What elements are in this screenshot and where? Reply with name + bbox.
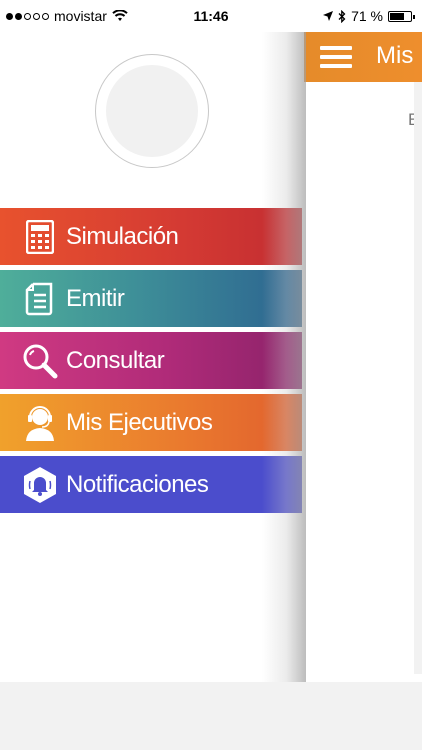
hamburger-menu-icon[interactable] xyxy=(320,46,352,68)
bluetooth-icon xyxy=(338,9,346,23)
agent-headset-icon xyxy=(20,403,60,443)
main-edge xyxy=(414,82,422,674)
battery-percent: 71 % xyxy=(351,8,383,24)
menu-item-label: Emitir xyxy=(66,284,125,312)
bottom-area xyxy=(0,682,422,750)
menu-item-emitir[interactable]: Emitir xyxy=(0,270,302,327)
main-header: Mis xyxy=(304,32,422,82)
battery-fill xyxy=(390,12,405,20)
menu-item-label: Consultar xyxy=(66,346,165,374)
magnifier-icon xyxy=(20,341,60,381)
menu-item-label: Mis Ejecutivos xyxy=(66,408,213,436)
side-drawer: Simulación Emitir Consultar Mis Ejecutiv… xyxy=(0,32,304,682)
calculator-icon xyxy=(20,217,60,257)
menu-item-consultar[interactable]: Consultar xyxy=(0,332,302,389)
menu-item-notificaciones[interactable]: Notificaciones xyxy=(0,456,302,513)
bell-hexagon-icon xyxy=(20,465,60,505)
document-icon xyxy=(20,279,60,319)
main-screen: Mis E xyxy=(304,32,422,682)
status-bar-right: 71 % xyxy=(323,8,415,24)
menu-item-mis-ejecutivos[interactable]: Mis Ejecutivos xyxy=(0,394,302,451)
avatar-placeholder xyxy=(106,65,198,157)
menu-item-label: Notificaciones xyxy=(66,470,209,498)
status-bar: movistar 11:46 71 % xyxy=(0,0,422,32)
main-title: Mis xyxy=(376,42,414,69)
battery-icon xyxy=(388,10,415,22)
menu-item-label: Simulación xyxy=(66,222,179,250)
location-arrow-icon xyxy=(323,11,334,21)
menu-item-simulacion[interactable]: Simulación xyxy=(0,208,302,265)
avatar[interactable] xyxy=(95,54,209,168)
